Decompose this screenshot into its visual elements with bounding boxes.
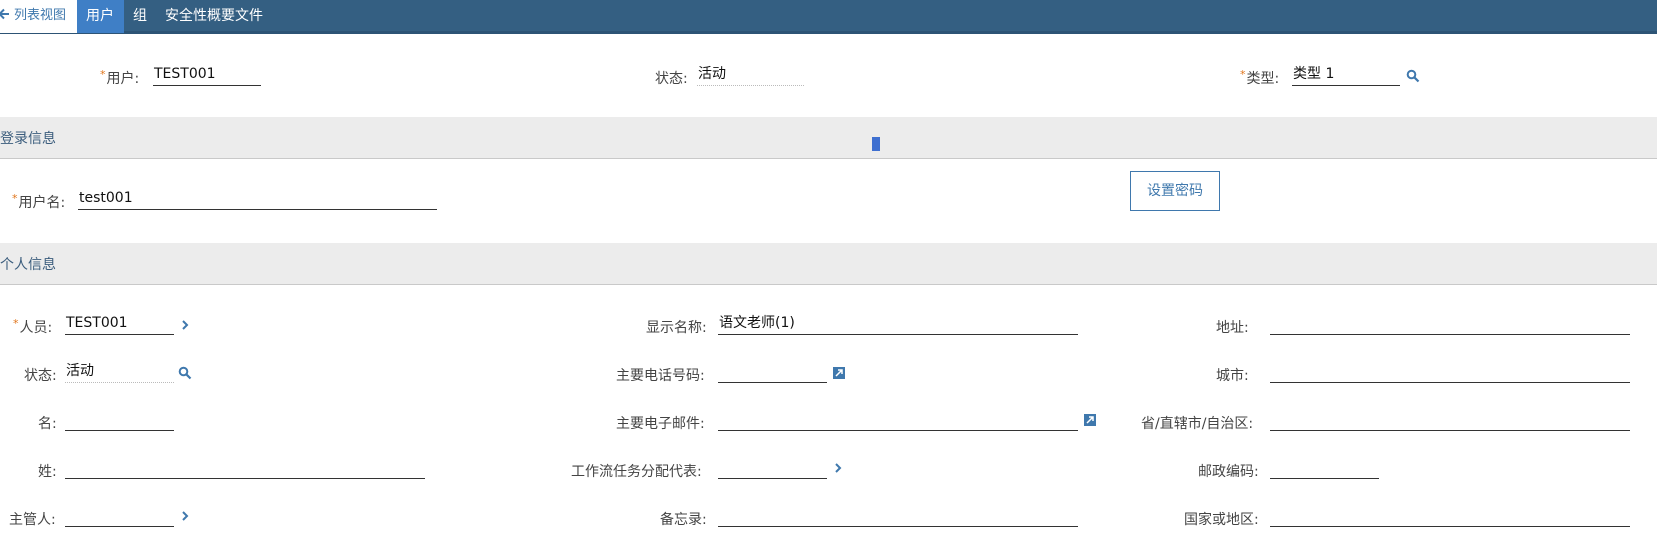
user-field[interactable]: TEST001: [153, 65, 261, 86]
postal-code-field[interactable]: [1270, 458, 1379, 479]
required-marker: *: [100, 68, 106, 81]
user-label: *用户:: [100, 68, 140, 87]
province-field[interactable]: [1270, 410, 1630, 431]
tab-group[interactable]: 组: [124, 0, 156, 33]
personal-info-section: 个人信息: [0, 243, 1657, 285]
launch-icon[interactable]: [1084, 414, 1096, 426]
login-info-section: 登录信息: [0, 117, 1657, 159]
person-field[interactable]: TEST001: [65, 314, 174, 335]
magnifier-icon[interactable]: [1406, 69, 1420, 83]
required-marker: *: [12, 192, 18, 205]
person-status-label: 状态:: [24, 368, 57, 384]
person-status-field: 活动: [65, 362, 174, 383]
arrow-left-icon: [0, 8, 9, 20]
personal-info-title: 个人信息: [0, 257, 56, 273]
postal-code-label: 邮政编码:: [1198, 464, 1259, 480]
memo-label: 备忘录:: [660, 512, 707, 528]
lastname-field[interactable]: [65, 458, 425, 479]
address-label: 地址:: [1216, 320, 1249, 336]
email-field[interactable]: [718, 410, 1078, 431]
country-label: 国家或地区:: [1184, 512, 1259, 528]
province-label: 省/直辖市/自治区:: [1141, 416, 1254, 432]
address-field[interactable]: [1270, 314, 1630, 335]
set-password-button[interactable]: 设置密码: [1130, 171, 1220, 211]
display-name-field[interactable]: 语文老师(1): [718, 314, 1078, 335]
firstname-label: 名:: [38, 416, 57, 432]
splitter-handle[interactable]: [872, 137, 880, 151]
type-field[interactable]: 类型 1: [1292, 65, 1400, 86]
magnifier-icon[interactable]: [178, 366, 192, 380]
phone-label: 主要电话号码:: [616, 368, 705, 384]
status-field: 活动: [697, 65, 804, 86]
delegate-label: 工作流任务分配代表:: [571, 464, 702, 480]
tab-security-profile[interactable]: 安全性概要文件: [156, 0, 276, 33]
top-tab-bar: 列表视图 用户 组 安全性概要文件: [0, 0, 1657, 34]
manager-field[interactable]: [65, 506, 174, 527]
chevron-right-icon[interactable]: [180, 510, 190, 522]
tab-list-view-label: 列表视图: [14, 8, 67, 23]
status-label: 状态:: [655, 71, 688, 87]
firstname-field[interactable]: [65, 410, 174, 431]
chevron-right-icon[interactable]: [180, 319, 190, 331]
phone-field[interactable]: [718, 362, 827, 383]
type-label: *类型:: [1240, 68, 1280, 87]
memo-field[interactable]: [718, 506, 1078, 527]
city-field[interactable]: [1270, 362, 1630, 383]
country-field[interactable]: [1270, 506, 1630, 527]
tab-list-view[interactable]: 列表视图: [0, 0, 77, 33]
login-info-title: 登录信息: [0, 131, 56, 147]
required-marker: *: [13, 317, 19, 330]
display-name-label: 显示名称:: [646, 320, 707, 336]
required-marker: *: [1240, 68, 1246, 81]
launch-icon[interactable]: [833, 367, 845, 379]
delegate-field[interactable]: [718, 458, 827, 479]
manager-label: 主管人:: [9, 512, 56, 528]
chevron-right-icon[interactable]: [833, 462, 843, 474]
username-label: *用户名:: [12, 192, 66, 211]
lastname-label: 姓:: [38, 464, 57, 480]
email-label: 主要电子邮件:: [616, 416, 705, 432]
person-label: *人员:: [13, 317, 53, 336]
tab-user[interactable]: 用户: [77, 0, 124, 33]
username-field[interactable]: test001: [78, 189, 437, 210]
city-label: 城市:: [1216, 368, 1249, 384]
